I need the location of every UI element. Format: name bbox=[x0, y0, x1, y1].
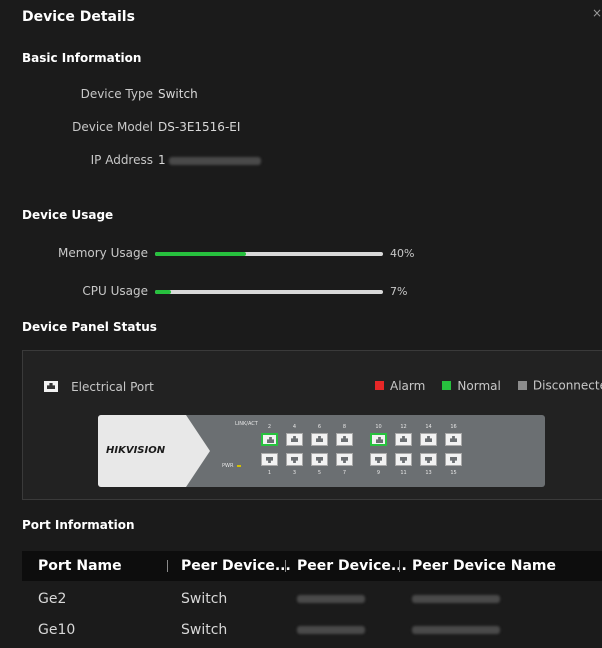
ip-address-visible-digit: 1 bbox=[158, 153, 166, 167]
close-icon[interactable]: × bbox=[592, 6, 602, 20]
ip-address-label: IP Address bbox=[90, 153, 153, 167]
port-16[interactable] bbox=[445, 433, 462, 446]
port-number-label: 13 bbox=[425, 470, 432, 476]
panel-status-heading: Device Panel Status bbox=[22, 320, 157, 334]
memory-usage-percent: 40% bbox=[390, 247, 415, 260]
table-row[interactable]: Ge10 Switch bbox=[22, 615, 602, 645]
port-11[interactable] bbox=[395, 453, 412, 466]
port-4[interactable] bbox=[286, 433, 303, 446]
basic-info-heading: Basic Information bbox=[22, 51, 142, 65]
port-14[interactable] bbox=[420, 433, 437, 446]
port-number-label: 10 bbox=[375, 424, 382, 430]
peer-name-cell bbox=[412, 622, 500, 638]
port-12[interactable] bbox=[395, 433, 412, 446]
port-13[interactable] bbox=[420, 453, 437, 466]
col-peer-device-name[interactable]: Peer Device Name bbox=[412, 558, 556, 574]
port-10[interactable] bbox=[370, 433, 387, 446]
port-number-label: 15 bbox=[450, 470, 457, 476]
port-number-label: 2 bbox=[267, 424, 272, 430]
port-5[interactable] bbox=[311, 453, 328, 466]
dialog-title: Device Details bbox=[22, 9, 135, 25]
port-info-heading: Port Information bbox=[22, 518, 135, 532]
port-number-label: 14 bbox=[425, 424, 432, 430]
table-row[interactable]: Ge2 Switch bbox=[22, 584, 602, 614]
device-type-label: Device Type bbox=[80, 87, 153, 101]
col-port-name[interactable]: Port Name bbox=[38, 558, 122, 574]
port-1[interactable] bbox=[261, 453, 278, 466]
disconnected-legend-label: Disconnected bbox=[532, 378, 602, 393]
port-number-label: 3 bbox=[292, 470, 297, 476]
port-number-label: 8 bbox=[342, 424, 347, 430]
col-peer-device-ip[interactable]: Peer Device... bbox=[297, 558, 407, 574]
peer-type-cell: Switch bbox=[181, 622, 228, 638]
port-number-label: 4 bbox=[292, 424, 297, 430]
col-separator[interactable] bbox=[167, 560, 168, 572]
normal-swatch bbox=[442, 381, 452, 390]
pwr-led bbox=[237, 464, 242, 467]
ip-address-value: 1 bbox=[158, 153, 262, 167]
pwr-label: PWR bbox=[222, 463, 242, 469]
electrical-port-legend: Electrical Port bbox=[44, 376, 154, 395]
peer-ip-cell bbox=[297, 591, 365, 607]
alarm-legend-label: Alarm bbox=[390, 378, 426, 393]
port-number-label: 1 bbox=[267, 470, 272, 476]
device-model-value: DS-3E1516-EI bbox=[158, 120, 241, 134]
port-table-header: Port Name Peer Device... Peer Device... … bbox=[22, 551, 602, 581]
port-name-cell: Ge10 bbox=[38, 622, 76, 638]
col-peer-device-type[interactable]: Peer Device... bbox=[181, 558, 291, 574]
switch-faceplate: HIKVISION LINK/ACT PWR 2 4 6 8 10 12 14 16 1 3 5 7 9… bbox=[98, 415, 545, 487]
port-2[interactable] bbox=[261, 433, 278, 446]
cpu-usage-fill bbox=[155, 290, 171, 294]
device-type-value: Switch bbox=[158, 87, 198, 101]
memory-usage-label: Memory Usage bbox=[57, 246, 148, 260]
peer-ip-cell bbox=[297, 622, 365, 638]
linkact-label: LINK/ACT bbox=[235, 421, 258, 427]
port-number-label: 12 bbox=[400, 424, 407, 430]
port-9[interactable] bbox=[370, 453, 387, 466]
status-legend: Alarm Normal Disconnected bbox=[375, 375, 602, 394]
cpu-usage-percent: 7% bbox=[390, 285, 408, 298]
peer-name-cell bbox=[412, 591, 500, 607]
port-number-label: 5 bbox=[317, 470, 322, 476]
port-number-label: 6 bbox=[317, 424, 322, 430]
cpu-usage-bar bbox=[155, 290, 383, 294]
alarm-swatch bbox=[375, 381, 384, 390]
electrical-port-icon bbox=[44, 381, 58, 392]
port-number-label: 11 bbox=[400, 470, 407, 476]
memory-usage-fill bbox=[155, 252, 247, 256]
ip-address-redacted bbox=[169, 156, 262, 165]
device-usage-heading: Device Usage bbox=[22, 208, 114, 222]
port-number-label: 9 bbox=[376, 470, 381, 476]
port-3[interactable] bbox=[286, 453, 303, 466]
col-separator[interactable] bbox=[399, 560, 400, 572]
brand-logo: HIKVISION bbox=[106, 445, 166, 456]
port-name-cell: Ge2 bbox=[38, 591, 67, 607]
memory-usage-bar bbox=[155, 252, 383, 256]
port-7[interactable] bbox=[336, 453, 353, 466]
brand-chevron bbox=[186, 415, 210, 487]
col-separator[interactable] bbox=[285, 560, 286, 572]
port-6[interactable] bbox=[311, 433, 328, 446]
cpu-usage-label: CPU Usage bbox=[82, 284, 148, 298]
normal-legend-label: Normal bbox=[457, 378, 501, 393]
port-number-label: 16 bbox=[450, 424, 457, 430]
port-8[interactable] bbox=[336, 433, 353, 446]
electrical-port-label: Electrical Port bbox=[71, 379, 154, 394]
device-model-label: Device Model bbox=[72, 120, 153, 134]
disconnected-swatch bbox=[517, 381, 527, 390]
port-15[interactable] bbox=[445, 453, 462, 466]
peer-type-cell: Switch bbox=[181, 591, 228, 607]
port-number-label: 7 bbox=[342, 470, 347, 476]
